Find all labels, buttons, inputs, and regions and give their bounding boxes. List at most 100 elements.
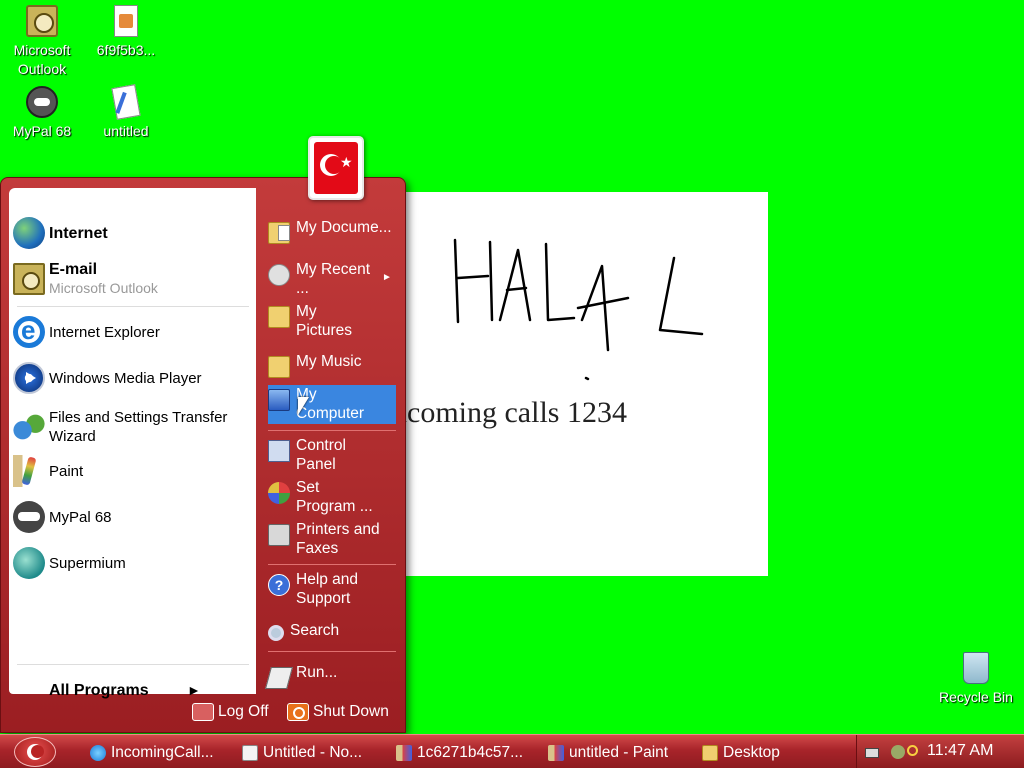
start-item-label: My Pictures xyxy=(296,303,352,339)
desktop-icon-mypal[interactable]: MyPal 68 xyxy=(0,86,84,141)
start-item-my-pictures[interactable]: My Pictures xyxy=(268,302,396,340)
documents-folder-icon xyxy=(268,222,290,244)
start-item-my-computer[interactable]: My Computer xyxy=(268,385,396,424)
log-off-button[interactable]: Log Off xyxy=(192,703,269,721)
all-programs-button[interactable]: All Programs xyxy=(49,682,149,700)
start-item-label: Control Panel xyxy=(296,437,346,473)
ie-icon xyxy=(13,315,45,348)
keyboard-icon[interactable] xyxy=(865,748,879,758)
arrow-right-icon: ► xyxy=(187,682,201,698)
system-tray: 11:47 AM xyxy=(856,735,1024,768)
shut-down-button[interactable]: Shut Down xyxy=(287,703,389,721)
start-item-my-documents[interactable]: My Docume... xyxy=(268,218,396,244)
start-item-windows-media-player[interactable]: Windows Media Player xyxy=(13,362,253,394)
start-item-my-music[interactable]: My Music xyxy=(268,352,396,378)
lock-icon xyxy=(192,703,214,721)
my-computer-icon xyxy=(268,389,290,411)
printer-icon xyxy=(268,524,290,546)
start-item-my-recent-documents[interactable]: My Recent ... xyxy=(268,260,396,298)
start-item-internet[interactable]: Internet xyxy=(13,217,253,249)
separator xyxy=(17,306,249,307)
music-folder-icon xyxy=(268,356,290,378)
start-item-label: My Music xyxy=(296,353,362,370)
power-icon xyxy=(287,703,309,721)
paint-icon xyxy=(548,744,564,761)
browser-icon xyxy=(90,744,106,761)
start-item-internet-explorer[interactable]: Internet Explorer xyxy=(13,315,253,348)
submenu-arrow-icon: ► xyxy=(382,272,392,283)
separator xyxy=(268,430,396,431)
mouse-cursor xyxy=(298,397,309,415)
taskbar-button-desktop[interactable]: Desktop xyxy=(702,740,780,765)
mail-icon xyxy=(13,263,45,295)
file-icon xyxy=(114,5,138,37)
start-item-label: Paint xyxy=(49,462,84,480)
paint-icon xyxy=(396,744,412,761)
start-item-email[interactable]: E-mail Microsoft Outlook xyxy=(13,260,253,298)
user-picture[interactable]: ★ xyxy=(308,136,364,200)
desktop-icon-label: Microsoft Outlook xyxy=(13,42,71,77)
start-item-label: My Recent ... xyxy=(296,261,371,297)
taskbar-button-label: Untitled - No... xyxy=(263,743,363,761)
control-panel-icon xyxy=(268,440,290,462)
paint-icon xyxy=(13,455,45,487)
set-program-access-icon xyxy=(268,482,290,504)
desktop-icon-untitled[interactable]: untitled xyxy=(84,84,168,141)
paint-canvas[interactable] xyxy=(406,192,768,576)
taskbar-button-label: IncomingCall... xyxy=(111,743,214,761)
desktop-icon-recycle-bin[interactable]: Recycle Bin xyxy=(934,652,1018,707)
globe-icon xyxy=(13,217,45,249)
desktop-icon-outlook[interactable]: Microsoft Outlook xyxy=(0,5,84,79)
start-item-transfer-wizard[interactable]: Files and Settings Transfer Wizard xyxy=(13,408,253,446)
start-item-supermium[interactable]: Supermium xyxy=(13,547,253,579)
folder-icon xyxy=(702,744,718,761)
start-item-printers-and-faxes[interactable]: Printers and Faxes xyxy=(268,520,396,558)
start-item-label: Search xyxy=(290,622,340,639)
handwriting-drawing xyxy=(453,238,704,381)
start-item-mypal[interactable]: MyPal 68 xyxy=(13,501,253,533)
taskbar: IncomingCall... Untitled - No... 1c6271b… xyxy=(0,734,1024,768)
start-item-label: Set Program ... xyxy=(296,479,373,515)
separator xyxy=(268,651,396,652)
desktop-icon-file[interactable]: 6f9f5b3... xyxy=(84,5,168,60)
start-item-search[interactable]: Search xyxy=(268,621,396,641)
taskbar-button-notepad[interactable]: Untitled - No... xyxy=(242,740,362,765)
star-icon: ★ xyxy=(340,154,353,170)
desktop-icon-label: Recycle Bin xyxy=(939,689,1013,705)
mypal-icon xyxy=(13,501,45,533)
pictures-folder-icon xyxy=(268,306,290,328)
taskbar-button-paint-1[interactable]: 1c6271b4c57... xyxy=(396,740,523,765)
start-item-paint[interactable]: Paint xyxy=(13,455,253,487)
taskbar-button-label: Desktop xyxy=(723,743,780,761)
start-item-label: Printers and Faxes xyxy=(296,521,380,557)
start-menu-left-pane: Internet E-mail Microsoft Outlook Intern… xyxy=(9,188,256,699)
start-item-control-panel[interactable]: Control Panel xyxy=(268,436,396,474)
desktop-icon-label: 6f9f5b3... xyxy=(96,42,156,58)
start-item-label: Supermium xyxy=(49,554,126,572)
taskbar-button-paint-2[interactable]: untitled - Paint xyxy=(548,740,668,765)
clock[interactable]: 11:47 AM xyxy=(927,742,993,760)
shut-down-label: Shut Down xyxy=(313,703,389,720)
start-item-set-program-access[interactable]: Set Program ... xyxy=(268,478,396,516)
search-icon xyxy=(268,625,284,641)
start-item-label: Internet xyxy=(49,224,108,242)
supermium-icon xyxy=(13,547,45,579)
start-item-label: MyPal 68 xyxy=(49,508,112,526)
start-item-run[interactable]: Run... xyxy=(265,663,396,689)
start-item-help-and-support[interactable]: ? Help and Support xyxy=(268,570,396,608)
paint-document-icon xyxy=(111,84,141,120)
start-button[interactable] xyxy=(14,737,56,767)
crescent-cutout xyxy=(31,745,44,758)
canvas-typed-text: ncoming calls 1234 xyxy=(392,396,627,429)
help-icon: ? xyxy=(268,574,290,596)
desktop-icon-label: MyPal 68 xyxy=(12,123,72,139)
start-item-label: My Docume... xyxy=(296,219,392,236)
recycle-bin-icon xyxy=(963,652,989,684)
search-icon[interactable] xyxy=(907,745,918,756)
log-off-label: Log Off xyxy=(218,703,269,720)
start-item-label: E-mail xyxy=(49,261,98,278)
network-icon[interactable] xyxy=(891,745,905,759)
separator xyxy=(17,664,249,665)
taskbar-button-incomingcall[interactable]: IncomingCall... xyxy=(90,740,214,765)
start-item-label: Run... xyxy=(296,664,338,681)
